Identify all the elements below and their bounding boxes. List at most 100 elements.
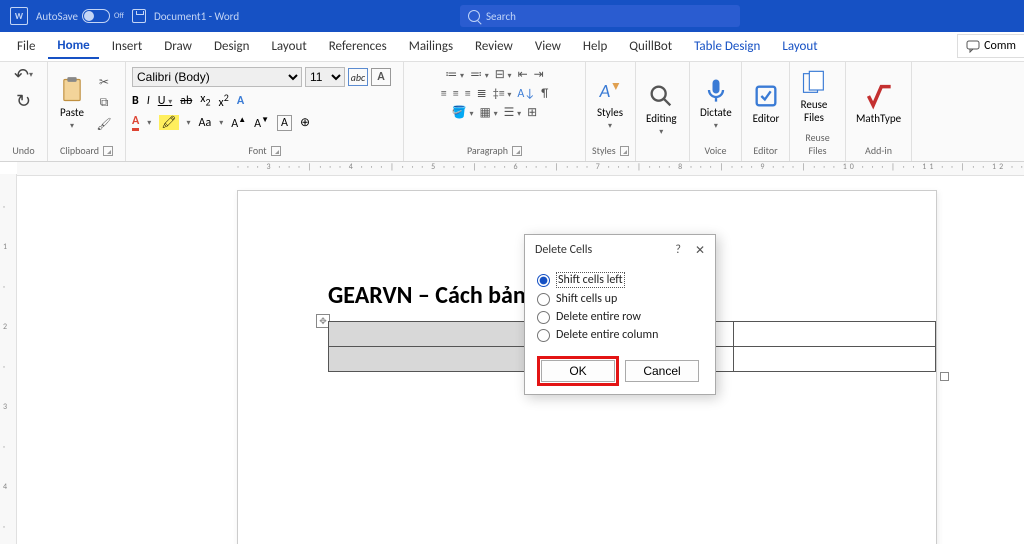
- editor-button[interactable]: Editor: [748, 80, 784, 127]
- radio-shift-left[interactable]: Shift cells left: [537, 270, 703, 290]
- cancel-button[interactable]: Cancel: [625, 360, 699, 382]
- line-spacing-button[interactable]: ‡≡ ▾: [493, 87, 512, 101]
- undo-button[interactable]: ↶▾: [14, 64, 33, 86]
- borders-button[interactable]: ▦ ▾: [480, 105, 498, 120]
- highlight-button[interactable]: 🖍: [159, 115, 178, 130]
- autosave-state: Off: [114, 11, 124, 21]
- align-left-button[interactable]: ≡: [441, 87, 447, 101]
- snap-grid-button[interactable]: ⊞: [527, 105, 537, 120]
- bold-button[interactable]: B: [132, 94, 139, 108]
- font-group-label: Font: [248, 144, 266, 157]
- styles-launcher[interactable]: [620, 146, 629, 156]
- subscript-button[interactable]: x2: [200, 92, 210, 108]
- tab-table-design[interactable]: Table Design: [685, 35, 769, 58]
- styles-button[interactable]: A Styles▾: [592, 74, 628, 133]
- italic-button[interactable]: I: [147, 94, 150, 108]
- search-box[interactable]: Search: [460, 5, 740, 27]
- save-icon[interactable]: [132, 9, 146, 23]
- autosave-toggle[interactable]: AutoSave Off: [36, 9, 124, 23]
- strike-button[interactable]: ab: [180, 94, 192, 108]
- mathtype-label: MathType: [856, 112, 901, 125]
- dialog-titlebar[interactable]: Delete Cells ? ✕: [525, 235, 715, 266]
- tab-view[interactable]: View: [526, 35, 570, 58]
- table-cell[interactable]: [733, 322, 935, 347]
- ok-button[interactable]: OK: [541, 360, 615, 382]
- tab-file[interactable]: File: [8, 35, 44, 58]
- shrink-font-button[interactable]: A▼: [254, 115, 269, 131]
- clear-formatting-button[interactable]: abc: [348, 68, 368, 86]
- text-effects-button[interactable]: A: [237, 94, 244, 108]
- char-border-button[interactable]: A: [277, 115, 292, 131]
- dictate-button[interactable]: Dictate▾: [696, 74, 736, 133]
- paste-button[interactable]: Paste ▾: [54, 74, 90, 133]
- tab-insert[interactable]: Insert: [103, 35, 152, 58]
- group-addin: MathType Add-in: [846, 62, 912, 161]
- help-button[interactable]: ?: [675, 243, 681, 258]
- tab-design[interactable]: Design: [205, 35, 258, 58]
- redo-button[interactable]: ↻: [16, 90, 31, 112]
- group-font: Calibri (Body) 11 abc A B I U ▾ ab x2 x2…: [126, 62, 404, 161]
- enclose-button[interactable]: ⊕: [300, 115, 310, 130]
- table-cell[interactable]: [329, 347, 531, 372]
- editor-label: Editor: [753, 112, 780, 125]
- distribute-button[interactable]: ☰ ▾: [504, 105, 522, 120]
- justify-button[interactable]: ≣: [477, 86, 487, 101]
- mathtype-button[interactable]: MathType: [852, 80, 905, 127]
- multilevel-button[interactable]: ⊟ ▾: [495, 67, 512, 82]
- superscript-button[interactable]: x2: [219, 91, 229, 110]
- reuse-button[interactable]: Reuse Files: [796, 67, 832, 125]
- group-paragraph: ≔ ▾ ≕ ▾ ⊟ ▾ ⇤ ⇥ ≡ ≡ ≡ ≣ ‡≡ ▾ A↓ ¶ 🪣 ▾ ▦ …: [404, 62, 586, 161]
- align-right-button[interactable]: ≡: [465, 87, 471, 101]
- mic-icon: [702, 76, 730, 104]
- editing-button[interactable]: Editing▾: [642, 80, 681, 139]
- grow-font-button[interactable]: A▲: [231, 115, 246, 131]
- radio-delete-row[interactable]: Delete entire row: [537, 308, 703, 326]
- delete-cells-dialog: Delete Cells ? ✕ Shift cells left Shift …: [524, 234, 716, 395]
- comment-icon: [966, 39, 980, 53]
- radio-delete-column[interactable]: Delete entire column: [537, 326, 703, 344]
- tab-quillbot[interactable]: QuillBot: [620, 35, 681, 58]
- toggle-pill[interactable]: [82, 9, 110, 23]
- tab-draw[interactable]: Draw: [155, 35, 201, 58]
- radio-shift-up[interactable]: Shift cells up: [537, 290, 703, 308]
- font-size-select[interactable]: 11: [305, 67, 345, 87]
- tab-table-layout[interactable]: Layout: [773, 35, 826, 58]
- cut-button[interactable]: ✂: [94, 73, 114, 91]
- tab-mailings[interactable]: Mailings: [400, 35, 462, 58]
- table-resize-handle[interactable]: [940, 372, 949, 381]
- numbering-button[interactable]: ≕ ▾: [470, 67, 489, 82]
- tab-references[interactable]: References: [320, 35, 396, 58]
- tab-review[interactable]: Review: [466, 35, 522, 58]
- font-name-select[interactable]: Calibri (Body): [132, 67, 302, 87]
- word-icon: W: [10, 7, 28, 25]
- increase-indent-button[interactable]: ⇥: [534, 67, 544, 82]
- case-button[interactable]: Aa: [199, 116, 212, 130]
- tab-help[interactable]: Help: [574, 35, 616, 58]
- group-editor: Editor Editor: [742, 62, 790, 161]
- paragraph-launcher[interactable]: [512, 146, 522, 156]
- bullets-button[interactable]: ≔ ▾: [445, 67, 464, 82]
- table-cell[interactable]: [733, 347, 935, 372]
- table-cell[interactable]: [329, 322, 531, 347]
- sort-button[interactable]: A↓: [517, 87, 535, 101]
- underline-button[interactable]: U ▾: [158, 94, 172, 108]
- addin-group-label: Add-in: [852, 142, 905, 159]
- shading-button[interactable]: 🪣 ▾: [452, 105, 474, 120]
- change-case-button[interactable]: A: [371, 68, 391, 86]
- editor-group-label: Editor: [748, 142, 783, 159]
- comments-button[interactable]: Comm: [957, 34, 1024, 58]
- tab-home[interactable]: Home: [48, 34, 98, 59]
- align-center-button[interactable]: ≡: [453, 87, 459, 101]
- document-canvas[interactable]: · · · 3 · · · | · · · 4 · · · | · · · 5 …: [0, 162, 1024, 544]
- horizontal-ruler[interactable]: · · · 3 · · · | · · · 4 · · · | · · · 5 …: [17, 162, 1024, 176]
- clipboard-launcher[interactable]: [103, 146, 113, 156]
- font-launcher[interactable]: [271, 146, 281, 156]
- tab-layout[interactable]: Layout: [262, 35, 315, 58]
- format-painter-button[interactable]: 🖌: [94, 115, 114, 133]
- copy-button[interactable]: ⧉: [94, 94, 114, 112]
- close-icon[interactable]: ✕: [695, 243, 705, 258]
- show-marks-button[interactable]: ¶: [541, 87, 548, 101]
- font-color-button[interactable]: A: [132, 114, 139, 131]
- decrease-indent-button[interactable]: ⇤: [518, 67, 528, 82]
- vertical-ruler[interactable]: ·1·2·3·4·5·6: [0, 174, 17, 544]
